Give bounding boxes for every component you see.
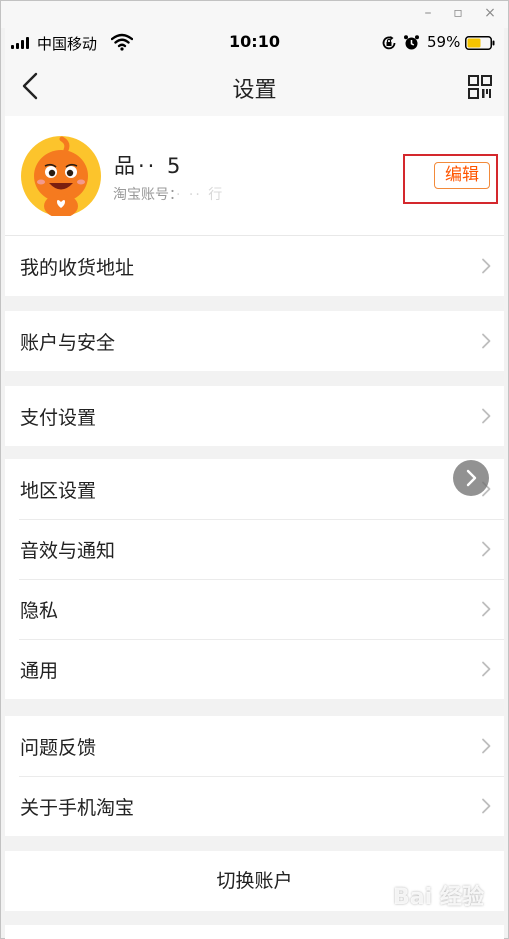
close-icon[interactable]: × bbox=[481, 4, 499, 22]
battery-percent: 59% bbox=[427, 33, 461, 51]
settings-group-address: 我的收货地址 bbox=[5, 236, 504, 296]
settings-row-general[interactable]: 通用 bbox=[5, 639, 504, 699]
settings-row-label: 通用 bbox=[20, 659, 59, 682]
chevron-right-icon bbox=[482, 408, 491, 424]
settings-row-address[interactable]: 我的收货地址 bbox=[5, 236, 504, 296]
settings-row-label: 关于手机淘宝 bbox=[20, 796, 135, 819]
qr-code-icon[interactable] bbox=[468, 75, 492, 99]
window-titlebar: – ▫ × bbox=[1, 1, 508, 28]
settings-row-feedback[interactable]: 问题反馈 bbox=[5, 716, 504, 776]
settings-row-label: 我的收货地址 bbox=[20, 256, 135, 279]
settings-row-account-security[interactable]: 账户与安全 bbox=[5, 311, 504, 371]
settings-row-payment[interactable]: 支付设置 bbox=[5, 386, 504, 446]
chevron-right-icon bbox=[482, 541, 491, 557]
chevron-right-icon bbox=[482, 258, 491, 274]
alarm-icon bbox=[404, 35, 419, 50]
settings-row-label: 地区设置 bbox=[20, 479, 97, 502]
chevron-right-icon bbox=[482, 738, 491, 754]
page-title: 设置 bbox=[232, 78, 277, 103]
settings-group-help: 问题反馈 关于手机淘宝 bbox=[5, 716, 504, 836]
settings-row-privacy[interactable]: 隐私 bbox=[5, 579, 504, 639]
status-bar: 中国移动 10:10 59% bbox=[5, 28, 504, 58]
edit-profile-button[interactable]: 编辑 bbox=[434, 162, 490, 189]
settings-row-label: 隐私 bbox=[20, 599, 59, 622]
settings-group-payment: 支付设置 bbox=[5, 386, 504, 446]
app-window: – ▫ × 中国移动 10:10 59% 设置 品·· 5 淘宝账号：· ·· … bbox=[0, 0, 509, 939]
avatar[interactable] bbox=[21, 136, 101, 216]
settings-row-label: 账户与安全 bbox=[20, 331, 116, 354]
settings-row-region[interactable]: 地区设置 bbox=[5, 459, 504, 519]
phone-screen: 中国移动 10:10 59% 设置 品·· 5 淘宝账号：· ·· 行 编辑 我… bbox=[5, 28, 504, 939]
floating-next-button[interactable] bbox=[453, 460, 489, 496]
maximize-icon[interactable]: ▫ bbox=[449, 4, 467, 22]
settings-group-account: 账户与安全 bbox=[5, 311, 504, 371]
minimize-icon[interactable]: – bbox=[419, 4, 437, 22]
navigation-bar: 设置 bbox=[5, 58, 504, 116]
settings-row-sound-notification[interactable]: 音效与通知 bbox=[5, 519, 504, 579]
arrow-right-icon bbox=[466, 469, 477, 487]
chevron-right-icon bbox=[482, 661, 491, 677]
settings-group-general: 地区设置 音效与通知 隐私 通用 bbox=[5, 459, 504, 699]
settings-row-label: 支付设置 bbox=[20, 406, 97, 429]
rotation-lock-icon bbox=[382, 36, 396, 50]
account-line: 淘宝账号：· ·· 行 bbox=[113, 184, 224, 204]
chevron-right-icon bbox=[482, 798, 491, 814]
settings-row-about[interactable]: 关于手机淘宝 bbox=[5, 776, 504, 836]
settings-row-label: 问题反馈 bbox=[20, 736, 97, 759]
chevron-right-icon bbox=[482, 601, 491, 617]
username: 品·· 5 bbox=[114, 154, 184, 178]
bottom-row-partial bbox=[5, 925, 504, 939]
account-label: 淘宝账号： bbox=[113, 187, 176, 203]
settings-row-label: 音效与通知 bbox=[20, 539, 116, 562]
chevron-right-icon bbox=[482, 333, 491, 349]
battery-icon bbox=[465, 36, 495, 50]
account-value: · ·· 行 bbox=[176, 187, 225, 203]
watermark: Bai 经验 bbox=[393, 885, 484, 910]
profile-card[interactable]: 品·· 5 淘宝账号：· ·· 行 编辑 bbox=[5, 116, 504, 236]
